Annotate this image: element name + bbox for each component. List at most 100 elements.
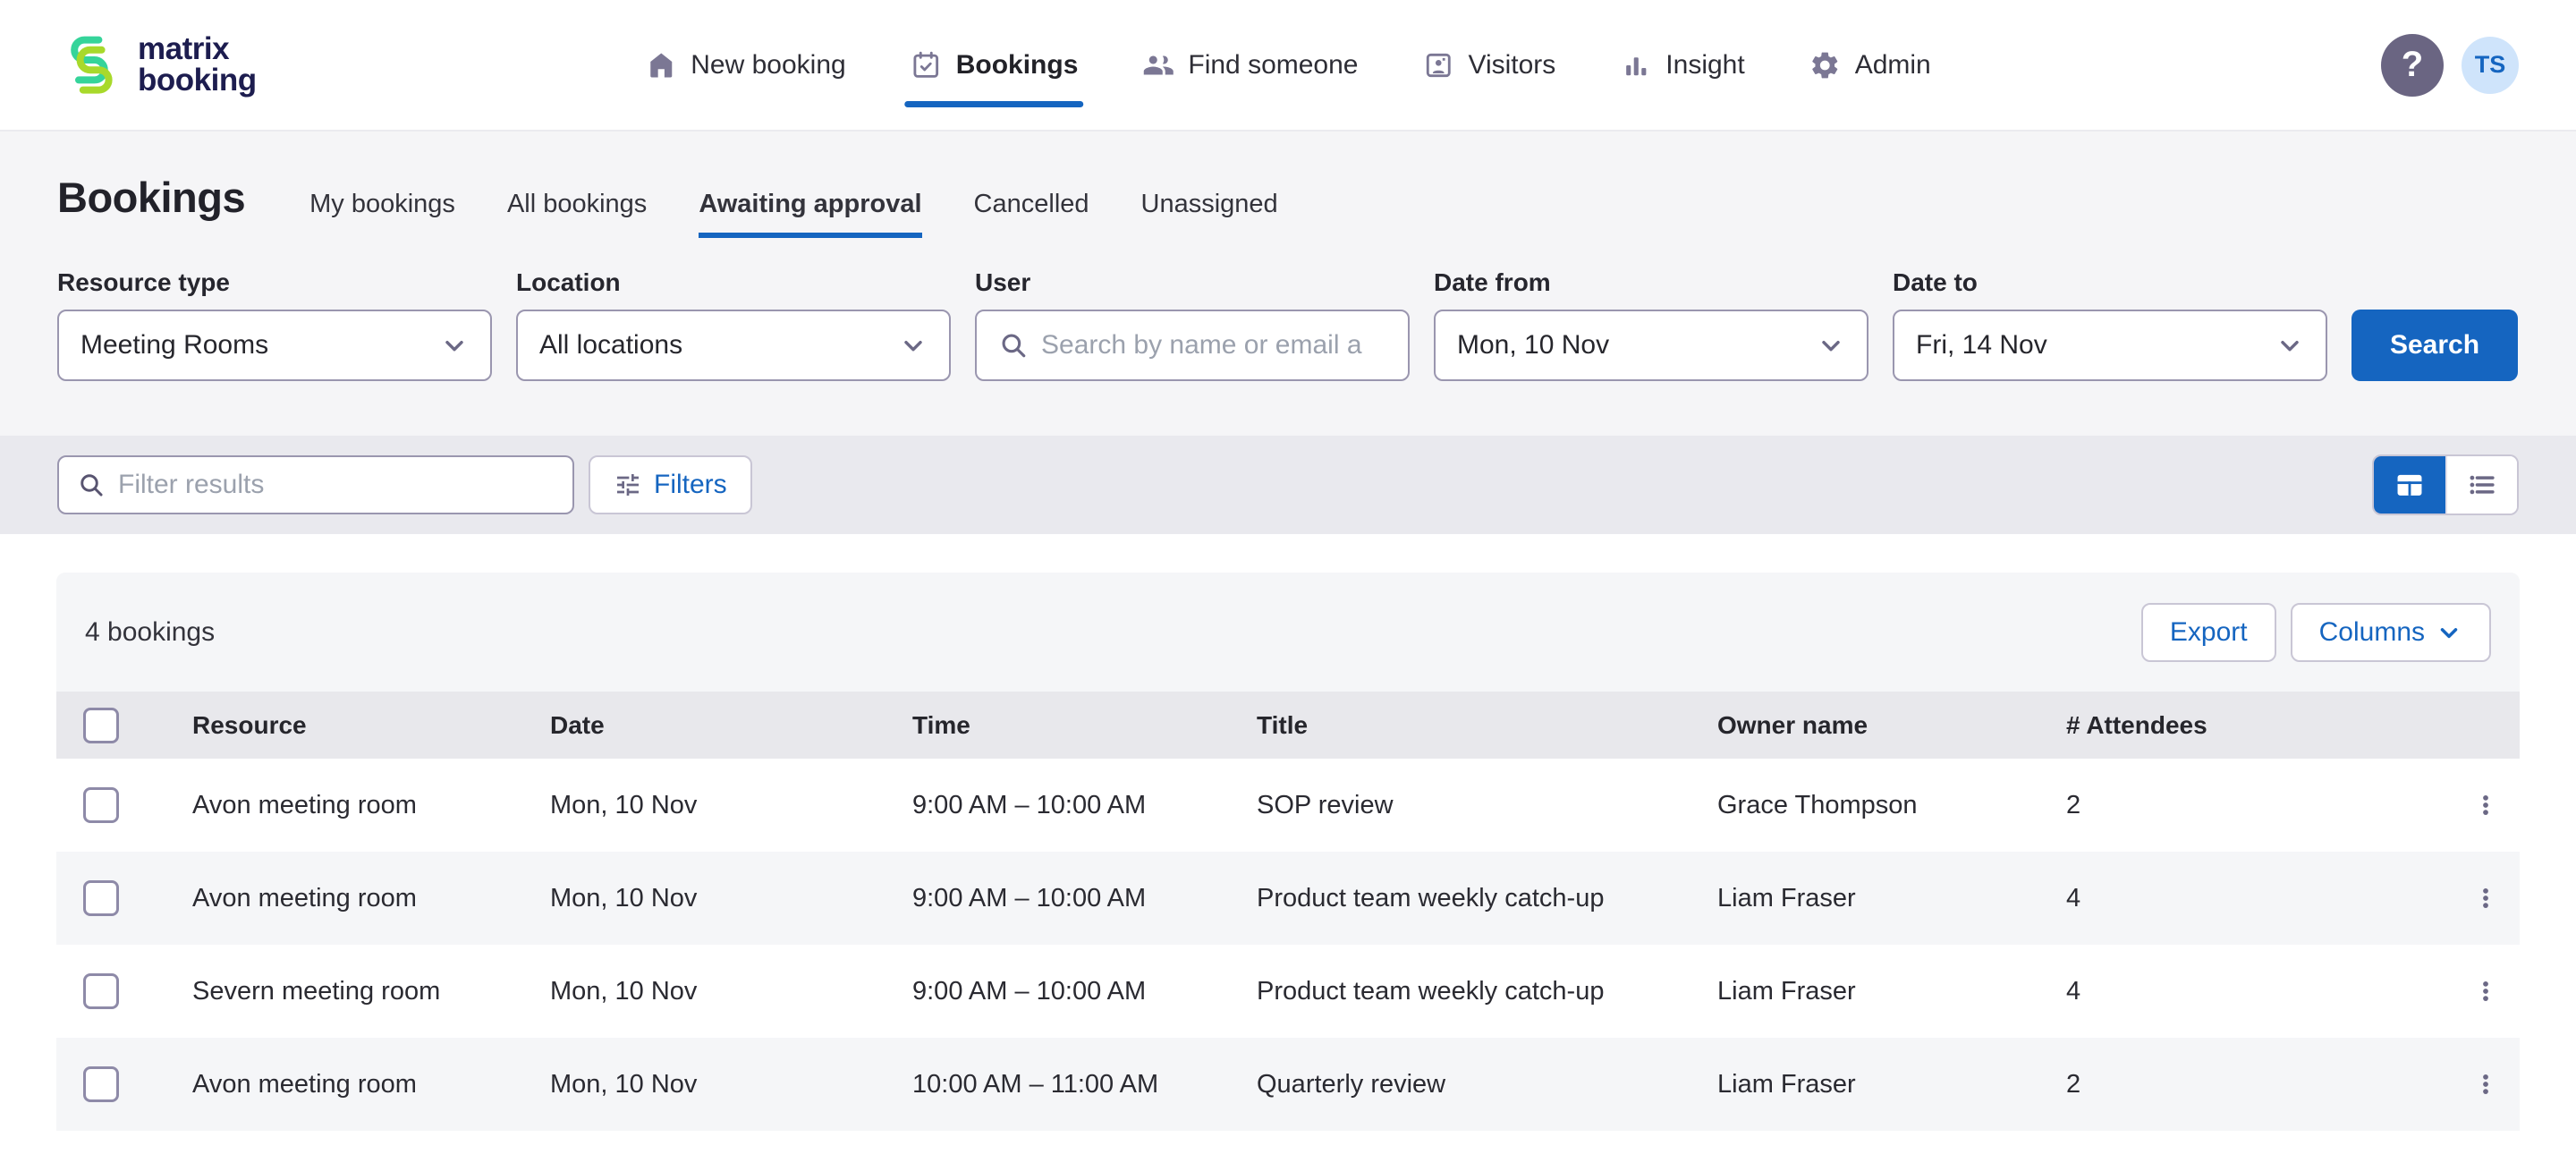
page-title: Bookings bbox=[57, 173, 245, 222]
bookings-subheader: Bookings My bookings All bookings Awaiti… bbox=[0, 132, 2576, 436]
main-nav: New booking Bookings Find someone Visi bbox=[645, 0, 1930, 130]
top-bar: matrix booking New booking Bookings Find… bbox=[0, 0, 2576, 132]
results-card: 4 bookings Export Columns Resource Date … bbox=[56, 573, 2520, 1131]
chevron-down-icon bbox=[2436, 619, 2462, 646]
cell-attendees: 2 bbox=[2066, 1070, 2451, 1099]
location-label: Location bbox=[516, 268, 951, 297]
location-field: Location All locations bbox=[516, 268, 951, 381]
cell-time: 10:00 AM – 11:00 AM bbox=[912, 1070, 1257, 1099]
table-row[interactable]: Avon meeting room Mon, 10 Nov 9:00 AM – … bbox=[56, 759, 2520, 852]
row-checkbox[interactable] bbox=[83, 973, 119, 1009]
visitor-badge-icon bbox=[1422, 49, 1454, 81]
nav-insight[interactable]: Insight bbox=[1620, 0, 1744, 130]
export-button[interactable]: Export bbox=[2141, 603, 2276, 662]
table-view-button[interactable] bbox=[2374, 456, 2445, 514]
cell-title: SOP review bbox=[1257, 791, 1717, 820]
nav-find-someone[interactable]: Find someone bbox=[1142, 0, 1358, 130]
user-label: User bbox=[975, 268, 1410, 297]
kebab-menu-icon bbox=[2472, 978, 2499, 1005]
resource-type-select[interactable]: Meeting Rooms bbox=[57, 310, 492, 381]
table-row[interactable]: Avon meeting room Mon, 10 Nov 10:00 AM –… bbox=[56, 1038, 2520, 1131]
cell-title: Quarterly review bbox=[1257, 1070, 1717, 1099]
cell-owner: Liam Fraser bbox=[1717, 977, 2066, 1006]
row-checkbox[interactable] bbox=[83, 1066, 119, 1102]
cell-resource: Severn meeting room bbox=[192, 977, 550, 1006]
cell-attendees: 2 bbox=[2066, 791, 2451, 820]
column-header-resource: Resource bbox=[192, 711, 550, 740]
avatar-initials: TS bbox=[2475, 51, 2506, 79]
brand-logo[interactable]: matrix booking bbox=[57, 24, 257, 106]
help-button[interactable]: ? bbox=[2381, 34, 2444, 97]
results-area: 4 bookings Export Columns Resource Date … bbox=[0, 573, 2576, 1131]
cell-time: 9:00 AM – 10:00 AM bbox=[912, 791, 1257, 820]
row-actions-button[interactable] bbox=[2464, 964, 2507, 1018]
date-from-value: Mon, 10 Nov bbox=[1457, 330, 1817, 361]
cell-date: Mon, 10 Nov bbox=[550, 977, 912, 1006]
kebab-menu-icon bbox=[2472, 1071, 2499, 1098]
filter-results-input[interactable] bbox=[118, 470, 555, 500]
row-actions-button[interactable] bbox=[2464, 1057, 2507, 1111]
user-search-box bbox=[975, 310, 1410, 381]
date-to-label: Date to bbox=[1893, 268, 2327, 297]
tab-my-bookings[interactable]: My bookings bbox=[309, 190, 455, 238]
chevron-down-icon bbox=[899, 331, 928, 360]
bookings-tabs: My bookings All bookings Awaiting approv… bbox=[309, 190, 1278, 238]
user-search-input[interactable] bbox=[1041, 330, 1386, 361]
search-icon bbox=[998, 330, 1029, 361]
select-all-checkbox[interactable] bbox=[83, 708, 119, 743]
date-from-select[interactable]: Mon, 10 Nov bbox=[1434, 310, 1868, 381]
nav-new-booking[interactable]: New booking bbox=[645, 0, 845, 130]
tab-unassigned[interactable]: Unassigned bbox=[1141, 190, 1278, 238]
view-toggle bbox=[2372, 454, 2519, 515]
user-avatar[interactable]: TS bbox=[2462, 37, 2519, 94]
row-checkbox[interactable] bbox=[83, 787, 119, 823]
chevron-down-icon bbox=[440, 331, 469, 360]
row-checkbox[interactable] bbox=[83, 880, 119, 916]
people-icon bbox=[1142, 49, 1174, 81]
cell-owner: Liam Fraser bbox=[1717, 1070, 2066, 1099]
cell-owner: Liam Fraser bbox=[1717, 884, 2066, 913]
nav-label: Bookings bbox=[956, 50, 1079, 81]
filter-results-box bbox=[57, 455, 574, 514]
gear-icon bbox=[1809, 49, 1842, 81]
table-header-row: Resource Date Time Title Owner name # At… bbox=[56, 692, 2520, 759]
columns-button[interactable]: Columns bbox=[2291, 603, 2491, 662]
cell-owner: Grace Thompson bbox=[1717, 791, 2066, 820]
search-icon bbox=[77, 471, 106, 499]
location-value: All locations bbox=[539, 330, 899, 361]
date-to-select[interactable]: Fri, 14 Nov bbox=[1893, 310, 2327, 381]
tab-all-bookings[interactable]: All bookings bbox=[507, 190, 647, 238]
cell-date: Mon, 10 Nov bbox=[550, 1070, 912, 1099]
tab-cancelled[interactable]: Cancelled bbox=[974, 190, 1089, 238]
cell-resource: Avon meeting room bbox=[192, 791, 550, 820]
tab-awaiting-approval[interactable]: Awaiting approval bbox=[699, 190, 921, 238]
cell-attendees: 4 bbox=[2066, 977, 2451, 1006]
table-view-icon bbox=[2393, 468, 2427, 502]
column-header-time: Time bbox=[912, 711, 1257, 740]
date-to-field: Date to Fri, 14 Nov bbox=[1893, 268, 2327, 381]
location-select[interactable]: All locations bbox=[516, 310, 951, 381]
table-row[interactable]: Severn meeting room Mon, 10 Nov 9:00 AM … bbox=[56, 945, 2520, 1038]
cell-time: 9:00 AM – 10:00 AM bbox=[912, 884, 1257, 913]
nav-label: Find someone bbox=[1188, 50, 1358, 81]
search-button[interactable]: Search bbox=[2351, 310, 2518, 381]
row-actions-button[interactable] bbox=[2464, 871, 2507, 925]
results-toolbar: Filters bbox=[0, 436, 2576, 534]
date-from-label: Date from bbox=[1434, 268, 1868, 297]
cell-date: Mon, 10 Nov bbox=[550, 884, 912, 913]
card-actions: Export Columns bbox=[2141, 603, 2491, 662]
calendar-check-icon bbox=[911, 49, 943, 81]
brand-wordmark: matrix booking bbox=[138, 34, 257, 96]
row-actions-button[interactable] bbox=[2464, 778, 2507, 832]
filters-button[interactable]: Filters bbox=[589, 455, 752, 514]
nav-label: New booking bbox=[691, 50, 845, 81]
resource-type-value: Meeting Rooms bbox=[80, 330, 440, 361]
filters-button-label: Filters bbox=[654, 470, 727, 500]
table-row[interactable]: Avon meeting room Mon, 10 Nov 9:00 AM – … bbox=[56, 852, 2520, 945]
nav-admin[interactable]: Admin bbox=[1809, 0, 1931, 130]
list-view-button[interactable] bbox=[2445, 456, 2517, 514]
bookings-count: 4 bookings bbox=[85, 617, 215, 648]
bar-chart-icon bbox=[1620, 49, 1652, 81]
nav-bookings[interactable]: Bookings bbox=[911, 0, 1079, 130]
nav-visitors[interactable]: Visitors bbox=[1422, 0, 1555, 130]
